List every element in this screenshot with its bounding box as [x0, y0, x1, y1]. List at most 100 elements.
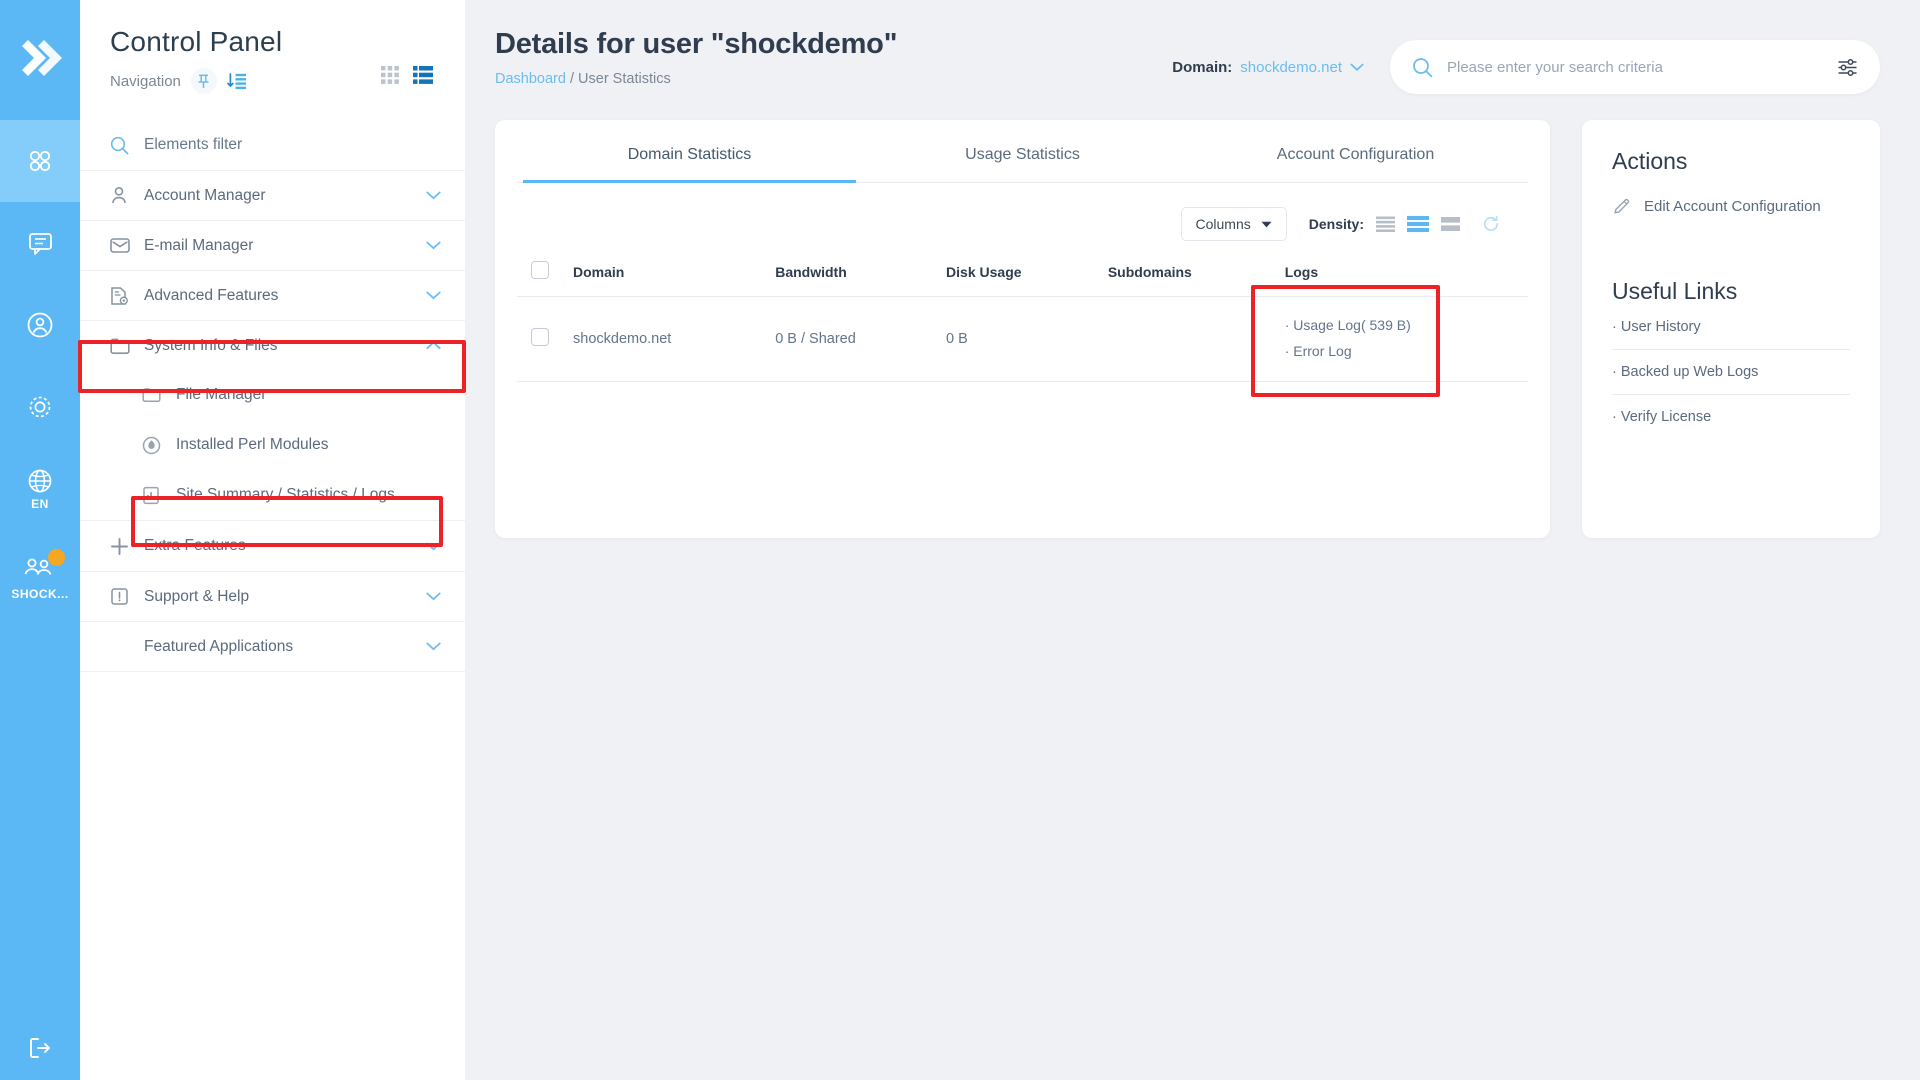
sidebar-item-system-info-files[interactable]: System Info & Files — [80, 320, 465, 370]
user-circle-icon — [27, 312, 53, 338]
rail-item-messages[interactable] — [0, 202, 80, 284]
sidebar-subitem-file-manager[interactable]: File Manager — [80, 370, 465, 420]
domain-value[interactable]: shockdemo.net — [1240, 59, 1342, 76]
column-header-disk-usage[interactable]: Disk Usage — [938, 251, 1100, 297]
sidebar-item-support-help[interactable]: Support & Help — [80, 571, 465, 621]
sidebar-subitem-label: Site Summary / Statistics / Logs — [176, 486, 395, 503]
sidebar-item-label: Elements filter — [144, 136, 243, 153]
chevron-up-icon — [426, 341, 441, 350]
select-all-checkbox[interactable] — [531, 261, 549, 279]
density-standard-icon[interactable] — [1407, 216, 1429, 232]
usage-log-label: Usage Log( 539 B) — [1293, 317, 1411, 333]
useful-link-label: User History — [1620, 319, 1701, 335]
row-checkbox[interactable] — [531, 327, 549, 346]
sidebar-item-label: Account Manager — [144, 186, 266, 204]
title-block: Details for user "shockdemo" Dashboard /… — [495, 28, 897, 87]
rail-item-apps[interactable] — [0, 120, 80, 202]
usage-log-link[interactable]: · Usage Log( 539 B) — [1285, 313, 1520, 339]
column-header-logs[interactable]: Logs — [1276, 251, 1528, 297]
useful-link-verify-license[interactable]: · Verify License — [1612, 395, 1850, 439]
table-header-row: Domain Bandwidth Disk Usage Subdomains L… — [517, 251, 1528, 297]
sidebar-item-extra-features[interactable]: Extra Features — [80, 521, 465, 571]
density-label: Density: — [1308, 216, 1364, 232]
density-compact-icon[interactable] — [1376, 216, 1395, 232]
sidebar-item-label: Featured Applications — [144, 637, 294, 655]
sidebar-subitem-label: File Manager — [176, 386, 267, 403]
columns-button-label: Columns — [1195, 216, 1251, 232]
rail-item-language[interactable]: EN — [0, 448, 80, 530]
sliders-icon[interactable] — [1837, 57, 1858, 78]
edit-account-configuration-action[interactable]: Edit Account Configuration — [1612, 197, 1850, 216]
tab-account-configuration[interactable]: Account Configuration — [1189, 120, 1522, 182]
rail-item-account[interactable]: SHOCK... — [0, 530, 80, 626]
grid-view-button[interactable] — [381, 66, 399, 84]
folder-icon — [110, 337, 144, 354]
table-toolbar: Columns Density: — [517, 183, 1528, 251]
sidebar-item-email-manager[interactable]: E-mail Manager — [80, 220, 465, 270]
breadcrumb-link-dashboard[interactable]: Dashboard — [495, 71, 566, 87]
cell-subdomains — [1099, 296, 1277, 382]
list-view-icon — [413, 66, 433, 84]
tab-label: Account Configuration — [1276, 146, 1435, 163]
sidebar-item-label: Extra Features — [144, 537, 246, 554]
sidebar-header: Control Panel Navigation — [80, 0, 465, 104]
main-area: Details for user "shockdemo" Dashboard /… — [465, 0, 1920, 1080]
rail-item-profile[interactable] — [0, 284, 80, 366]
grid-view-icon — [381, 66, 399, 84]
error-log-label: Error Log — [1293, 342, 1352, 359]
tab-usage-statistics[interactable]: Usage Statistics — [856, 120, 1189, 182]
column-header-domain[interactable]: Domain — [565, 251, 768, 297]
sidebar-item-elements-filter[interactable]: Elements filter — [80, 120, 465, 170]
search-input[interactable] — [1447, 58, 1823, 76]
select-all-header — [517, 251, 565, 297]
list-view-button[interactable] — [413, 66, 433, 84]
search-icon — [1412, 57, 1433, 78]
rail-language-label: EN — [31, 496, 49, 511]
tab-domain-statistics[interactable]: Domain Statistics — [523, 120, 856, 183]
apps-grid-icon — [29, 150, 51, 172]
tab-bar: Domain Statistics Usage Statistics Accou… — [517, 120, 1528, 183]
sidebar-item-label: E-mail Manager — [144, 236, 254, 254]
column-header-bandwidth[interactable]: Bandwidth — [767, 251, 939, 297]
tab-label: Domain Statistics — [627, 146, 752, 163]
sidebar-item-advanced-features[interactable]: Advanced Features — [80, 270, 465, 320]
cell-disk-usage: 0 B — [938, 296, 1100, 382]
search-box[interactable] — [1390, 40, 1880, 94]
rail-account-label: SHOCK... — [11, 587, 69, 601]
tab-label: Usage Statistics — [965, 146, 1080, 163]
sidebar-subitem-site-summary-statistics-logs[interactable]: Site Summary / Statistics / Logs — [80, 470, 465, 520]
navigation-sidebar: Control Panel Navigation Elements filter… — [80, 0, 465, 1080]
useful-link-backed-up-web-logs[interactable]: · Backed up Web Logs — [1612, 350, 1850, 395]
domain-selector[interactable]: Domain: shockdemo.net — [1172, 59, 1364, 76]
app-logo[interactable] — [0, 0, 80, 120]
columns-button[interactable]: Columns — [1180, 207, 1287, 241]
envelope-icon — [110, 237, 144, 254]
icon-rail: EN SHOCK... — [0, 0, 80, 1080]
sidebar-subitem-label: Installed Perl Modules — [176, 436, 329, 453]
sort-navigation-button[interactable] — [227, 72, 247, 90]
sort-list-icon — [227, 73, 246, 90]
chevrons-right-logo-icon — [22, 40, 62, 76]
pin-navigation-button[interactable] — [190, 68, 217, 94]
error-log-link[interactable]: · Error Log — [1285, 339, 1520, 365]
row-select-cell — [517, 296, 565, 382]
logout-icon — [30, 1038, 50, 1058]
sidebar-subitem-installed-perl-modules[interactable]: Installed Perl Modules — [80, 420, 465, 470]
sidebar-item-featured-applications[interactable]: Featured Applications — [80, 621, 465, 671]
chevron-down-icon — [426, 291, 441, 300]
sidebar-item-account-manager[interactable]: Account Manager — [80, 170, 465, 220]
logout-button[interactable] — [0, 1036, 80, 1060]
top-bar-right: Domain: shockdemo.net — [1172, 28, 1880, 94]
refresh-icon[interactable] — [1482, 215, 1500, 233]
column-header-subdomains[interactable]: Subdomains — [1099, 251, 1277, 297]
useful-link-user-history[interactable]: · User History — [1612, 305, 1850, 350]
table-row[interactable]: shockdemo.net 0 B / Shared 0 B · Usage L… — [517, 296, 1528, 382]
chevron-down-icon — [426, 241, 441, 250]
chevron-down-icon — [1261, 221, 1272, 228]
chevron-down-icon — [1350, 63, 1364, 72]
density-comfortable-icon[interactable] — [1441, 216, 1460, 232]
useful-links-panel-title: Useful Links — [1612, 278, 1738, 304]
rail-item-settings[interactable] — [0, 366, 80, 448]
view-toggle-group — [381, 66, 433, 84]
control-panel-title: Control Panel — [110, 26, 283, 57]
